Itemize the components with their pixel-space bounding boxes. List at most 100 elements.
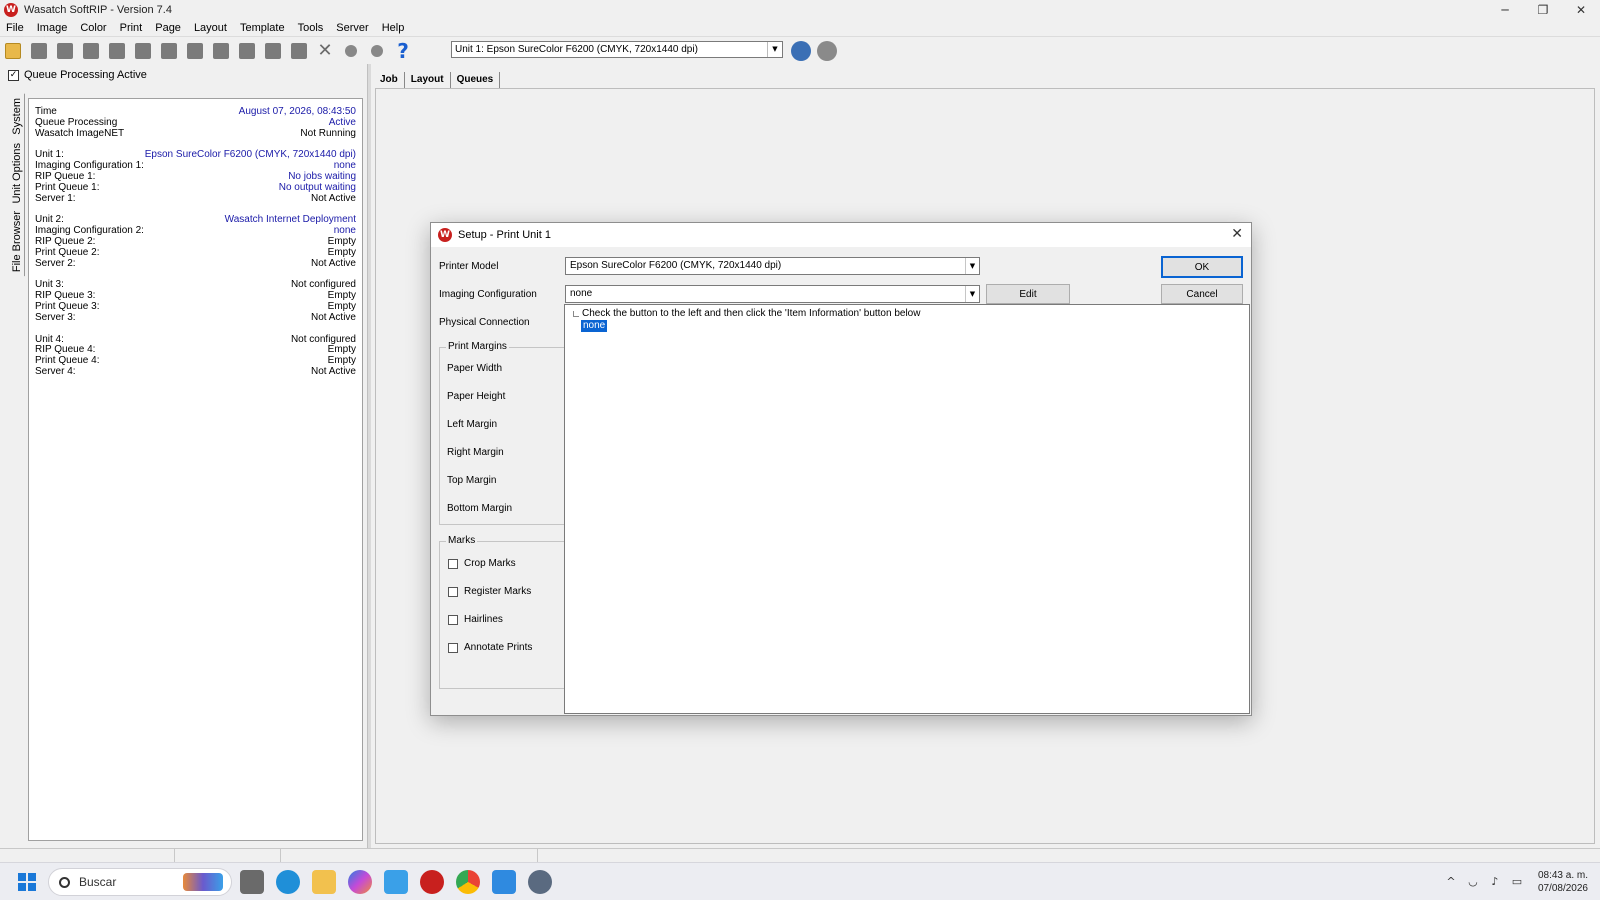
menu-print[interactable]: Print (120, 22, 143, 34)
status-label: Queue Processing (35, 116, 118, 128)
window-title: Wasatch SoftRIP - Version 7.4 (24, 4, 172, 16)
dropdown-option-none[interactable]: none (581, 320, 608, 332)
store-icon[interactable] (384, 870, 408, 894)
menu-file[interactable]: File (6, 22, 24, 34)
crop-marks-checkbox[interactable] (448, 558, 458, 569)
tab-system[interactable]: System (10, 94, 25, 139)
imaging-config-select[interactable]: none ▼ (565, 285, 980, 303)
menu-help[interactable]: Help (382, 22, 405, 34)
network-icon[interactable] (817, 41, 837, 61)
battery-icon[interactable]: ▭ (1510, 876, 1524, 888)
menu-tools[interactable]: Tools (298, 22, 324, 34)
clock[interactable]: 08:43 a. m. 07/08/2026 (1538, 869, 1588, 895)
chrome-icon[interactable] (456, 870, 480, 894)
scan-icon[interactable] (54, 40, 76, 62)
menu-image[interactable]: Image (37, 22, 68, 34)
page-icon[interactable] (132, 40, 154, 62)
chevron-down-icon[interactable]: ▼ (767, 42, 782, 57)
tab-layout[interactable]: Layout (405, 72, 451, 88)
status-value: Empty (327, 246, 356, 258)
menu-color[interactable]: Color (80, 22, 106, 34)
register-marks-checkbox[interactable] (448, 586, 458, 597)
tab-unit-options[interactable]: Unit Options (10, 138, 25, 208)
panel-splitter[interactable] (367, 64, 371, 848)
close-icon[interactable]: ✕ (1231, 226, 1243, 242)
title-bar: W Wasatch SoftRIP - Version 7.4 ─ ❐ ✕ (0, 0, 1600, 20)
hairlines-option[interactable]: Hairlines (448, 614, 503, 625)
tree-connector-icon (573, 311, 579, 317)
status-value: Not Running (300, 127, 356, 139)
wasatch-taskbar-icon[interactable] (420, 870, 444, 894)
zoom-out-icon[interactable] (366, 40, 388, 62)
status-row: Queue Processing Active (35, 116, 356, 129)
search-placeholder: Buscar (79, 875, 117, 889)
physical-connection-label: Physical Connection (439, 317, 530, 328)
register-marks-label: Register Marks (464, 586, 532, 597)
hairlines-label: Hairlines (464, 614, 503, 625)
menu-template[interactable]: Template (240, 22, 285, 34)
document-icon[interactable] (236, 40, 258, 62)
queue-processing-checkbox[interactable]: ✓ (8, 69, 19, 81)
file-explorer-icon[interactable] (312, 870, 336, 894)
bookmark-icon[interactable] (106, 40, 128, 62)
register-marks-option[interactable]: Register Marks (448, 586, 531, 597)
chevron-up-icon[interactable]: ^ (1444, 876, 1458, 888)
minimize-button[interactable]: ─ (1486, 0, 1524, 20)
dialog-title-bar: W Setup - Print Unit 1 (431, 223, 1251, 247)
annotate-prints-checkbox[interactable] (448, 642, 458, 653)
unit-select[interactable]: Unit 1: Epson SureColor F6200 (CMYK, 720… (451, 41, 783, 58)
close-button[interactable]: ✕ (1562, 0, 1600, 20)
status-label: Print Queue 2: (35, 246, 100, 258)
status-row: Server 2: Not Active (35, 258, 356, 270)
task-view-icon[interactable] (240, 870, 264, 894)
edge-icon[interactable] (276, 870, 300, 894)
open-folder-icon[interactable] (2, 40, 24, 62)
taskbar-search[interactable]: Buscar (48, 868, 232, 896)
status-group: Time August 07, 2026, 08:43:50 Queue Proce… (35, 106, 356, 139)
mirror-icon[interactable] (184, 40, 206, 62)
copy-icon[interactable] (288, 40, 310, 62)
window-controls: ─ ❐ ✕ (1486, 0, 1600, 20)
flip-icon[interactable] (210, 40, 232, 62)
copilot-icon[interactable] (348, 870, 372, 894)
save-icon[interactable] (28, 40, 50, 62)
wifi-icon[interactable]: ◡ (1466, 876, 1480, 888)
tab-file-browser[interactable]: File Browser (10, 207, 25, 277)
cancel-button[interactable]: Cancel (1161, 284, 1243, 304)
layers-icon[interactable] (262, 40, 284, 62)
queue-processing-toggle[interactable]: ✓ Queue Processing Active (8, 69, 147, 81)
chevron-down-icon[interactable]: ▼ (965, 258, 979, 274)
tab-queues[interactable]: Queues (451, 72, 501, 88)
hairlines-checkbox[interactable] (448, 614, 458, 625)
zoom-in-icon[interactable] (340, 40, 362, 62)
restore-button[interactable]: ❐ (1524, 0, 1562, 20)
crop-icon[interactable] (158, 40, 180, 62)
chevron-down-icon[interactable]: ▼ (965, 286, 979, 302)
menu-server[interactable]: Server (336, 22, 368, 34)
delete-icon[interactable]: ✕ (314, 40, 336, 62)
menu-layout[interactable]: Layout (194, 22, 227, 34)
tab-job[interactable]: Job (374, 72, 405, 88)
status-row: Server 4: Not Active (35, 366, 356, 378)
crop-marks-option[interactable]: Crop Marks (448, 558, 516, 569)
edit-button[interactable]: Edit (986, 284, 1070, 304)
annotate-prints-option[interactable]: Annotate Prints (448, 642, 532, 653)
windows-start-icon[interactable] (18, 873, 36, 891)
menu-page[interactable]: Page (155, 22, 181, 34)
printer-model-select[interactable]: Epson SureColor F6200 (CMYK, 720x1440 dp… (565, 257, 980, 275)
unit-settings-icon[interactable] (791, 41, 811, 61)
help-icon[interactable]: ? (392, 39, 414, 63)
queue-processing-label: Queue Processing Active (24, 69, 147, 81)
volume-icon[interactable]: ♪ (1488, 876, 1502, 888)
app-icon[interactable] (492, 870, 516, 894)
imaging-config-dropdown-list: Check the button to the left and then cl… (564, 304, 1250, 714)
print-icon[interactable] (80, 40, 102, 62)
status-label: Wasatch ImageNET (35, 127, 125, 139)
wasatch-logo-icon: W (438, 228, 452, 242)
printer-model-value: Epson SureColor F6200 (CMYK, 720x1440 dp… (570, 260, 782, 271)
top-margin-label: Top Margin (447, 475, 497, 486)
bottom-margin-label: Bottom Margin (447, 503, 513, 514)
settings-icon[interactable] (528, 870, 552, 894)
status-row: Server 1: Not Active (35, 193, 356, 205)
ok-button[interactable]: OK (1161, 256, 1243, 278)
